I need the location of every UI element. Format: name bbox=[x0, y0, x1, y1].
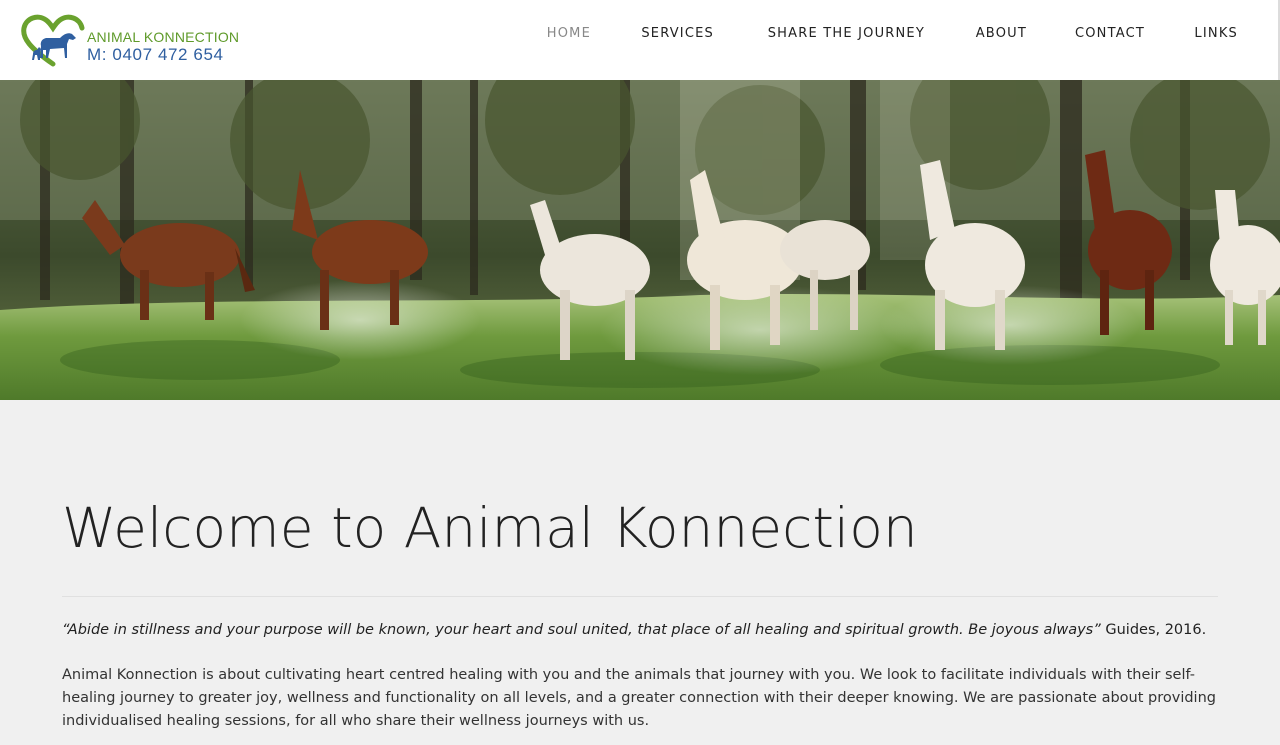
quote-attribution: Guides, 2016. bbox=[1100, 622, 1207, 638]
quote-text: “Abide in stillness and your purpose wil… bbox=[62, 622, 1101, 638]
logo-name: ANIMAL KONNECTION bbox=[87, 29, 240, 45]
page-title: Welcome to Animal Konnection bbox=[62, 496, 918, 560]
site-header: ANIMAL KONNECTION M: 0407 472 654 HOME S… bbox=[0, 0, 1280, 80]
hero-banner bbox=[0, 80, 1280, 400]
site-logo[interactable]: ANIMAL KONNECTION M: 0407 472 654 bbox=[20, 12, 240, 68]
title-divider bbox=[62, 596, 1218, 597]
heart-animals-icon bbox=[21, 14, 85, 67]
logo-phone: M: 0407 472 654 bbox=[87, 45, 224, 64]
nav-contact[interactable]: CONTACT bbox=[1075, 26, 1145, 41]
intro-paragraph: Animal Konnection is about cultivating h… bbox=[62, 667, 1216, 729]
nav-home[interactable]: HOME bbox=[547, 26, 591, 41]
hero-horses-image bbox=[0, 80, 1280, 400]
nav-services[interactable]: SERVICES bbox=[641, 26, 714, 41]
nav-share-the-journey[interactable]: SHARE THE JOURNEY bbox=[768, 26, 925, 41]
guides-quote: “Abide in stillness and your purpose wil… bbox=[62, 620, 1222, 640]
nav-links[interactable]: LINKS bbox=[1194, 26, 1238, 41]
nav-about[interactable]: ABOUT bbox=[976, 26, 1027, 41]
